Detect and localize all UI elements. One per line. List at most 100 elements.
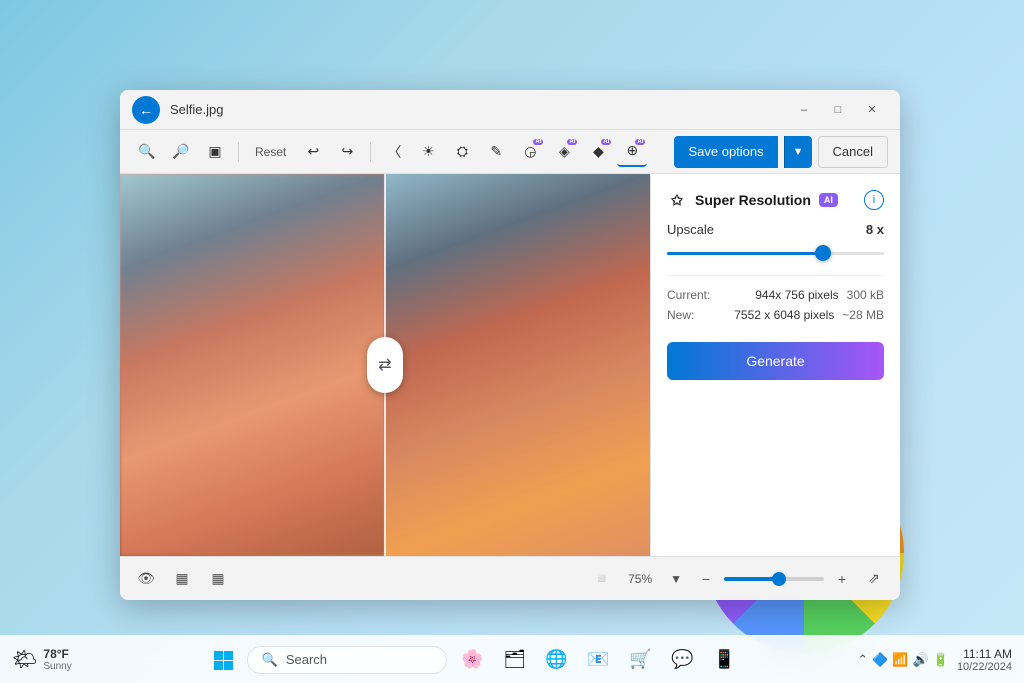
generate-button[interactable]: Generate	[667, 342, 884, 380]
redo-button[interactable]: ↪	[332, 137, 362, 167]
clock[interactable]: 11:11 AM 10/22/2024	[957, 647, 1012, 673]
split-view-button[interactable]: ▦	[204, 565, 232, 593]
maximize-button[interactable]: □	[822, 96, 854, 124]
info-button[interactable]: i	[864, 190, 884, 210]
compare-handle[interactable]: ⇄	[367, 337, 403, 393]
minimize-button[interactable]: –	[788, 96, 820, 124]
taskbar-app-photos[interactable]: 🌸	[455, 642, 491, 678]
new-label: New:	[667, 308, 694, 322]
erase-tool[interactable]: ✎	[481, 137, 511, 167]
bottom-bar: 👁 ▦ ▦ ◽ 75% ▼ − + ⇗	[120, 556, 900, 600]
title-bar: ← Selfie.jpg – □ ✕	[120, 90, 900, 130]
crop-tool[interactable]: 〈	[379, 137, 409, 167]
search-bar[interactable]: 🔍 Search	[247, 646, 447, 674]
windows-logo-icon	[213, 650, 233, 670]
markup-tool[interactable]: ⛭	[447, 137, 477, 167]
upscale-header: Upscale 8 x	[667, 222, 884, 237]
tray-up-arrow[interactable]: ⌃	[857, 652, 868, 668]
taskbar-app-edge[interactable]: 🌐	[539, 642, 575, 678]
weather-widget[interactable]: 🌤 78°F Sunny	[12, 647, 92, 672]
zoom-in-button[interactable]: +	[828, 565, 856, 593]
taskbar-app-mail[interactable]: 📧	[581, 642, 617, 678]
ai-tool-2[interactable]: ◈	[549, 137, 579, 167]
upscale-slider[interactable]	[667, 243, 884, 263]
zoom-percent: 75%	[620, 572, 660, 586]
upscale-section: Upscale 8 x	[667, 222, 884, 263]
taskbar-center: 🔍 Search 🌸 🗂 🌐 📧 🛒 💬 📱	[92, 642, 857, 678]
start-button[interactable]	[207, 644, 239, 676]
super-resolution-tool[interactable]: ⊕	[617, 137, 647, 167]
taskbar-app-phone[interactable]: 📱	[707, 642, 743, 678]
fullscreen-button[interactable]: ⇗	[860, 565, 888, 593]
system-tray: ⌃ 🔷 📶 🔊 🔋	[857, 652, 949, 668]
zoom-out-tool[interactable]: 🔎	[166, 137, 196, 167]
clock-date: 10/22/2024	[957, 661, 1012, 673]
zoom-bar: 🔍 🔎 ▣	[132, 137, 230, 167]
brightness-tool[interactable]: ☀	[413, 137, 443, 167]
panel-title: ✩ Super Resolution AI	[667, 190, 838, 210]
current-size: 300 kB	[847, 288, 884, 302]
cancel-button[interactable]: Cancel	[818, 136, 888, 168]
zoom-control: ◽ 75% ▼ − + ⇗	[588, 565, 888, 593]
show-original-button[interactable]: 👁	[132, 565, 160, 593]
right-panel: ✩ Super Resolution AI i Upscale 8 x	[650, 174, 900, 556]
remove-bg-tool[interactable]: ◶	[515, 137, 545, 167]
tray-battery-icon[interactable]: 🔋	[933, 652, 949, 668]
ai-badge: AI	[819, 193, 838, 207]
canvas-area[interactable]: ⇄	[120, 174, 650, 556]
taskbar-right: ⌃ 🔷 📶 🔊 🔋 11:11 AM 10/22/2024	[857, 647, 1012, 673]
upscale-value: 8 x	[866, 222, 884, 237]
undo-button[interactable]: ↩	[298, 137, 328, 167]
close-button[interactable]: ✕	[856, 96, 888, 124]
stats-section: Current: 944x 756 pixels 300 kB New: 755…	[667, 275, 884, 322]
weather-icon: 🌤	[12, 647, 37, 672]
back-button[interactable]: ←	[132, 96, 160, 124]
panel-title-text: Super Resolution	[695, 192, 811, 208]
slider-thumb[interactable]	[815, 245, 831, 261]
zoom-slider-thumb[interactable]	[772, 572, 786, 586]
search-placeholder: Search	[286, 652, 327, 667]
weather-text: 78°F Sunny	[43, 647, 71, 672]
slider-track	[667, 252, 884, 255]
taskbar-app-store[interactable]: 🛒	[623, 642, 659, 678]
layers-button[interactable]: ▦	[168, 565, 196, 593]
generative-erase-tool[interactable]: ◆	[583, 137, 613, 167]
new-size: ~28 MB	[842, 308, 884, 322]
screenshot-button[interactable]: ◽	[588, 565, 616, 593]
tray-network-icon[interactable]: 🔷	[872, 652, 888, 668]
current-values: 944x 756 pixels 300 kB	[755, 288, 884, 302]
taskbar: 🌤 78°F Sunny 🔍 Search 🌸	[0, 635, 1024, 683]
new-resolution: 7552 x 6048 pixels	[734, 308, 834, 322]
image-after	[385, 174, 650, 556]
new-stat-row: New: 7552 x 6048 pixels ~28 MB	[667, 308, 884, 322]
taskbar-app-teams[interactable]: 💬	[665, 642, 701, 678]
weather-temperature: 78°F	[43, 647, 71, 661]
tray-wifi-icon[interactable]: 📶	[892, 652, 908, 668]
taskbar-app-files[interactable]: 🗂	[497, 642, 533, 678]
zoom-in-tool[interactable]: 🔍	[132, 137, 162, 167]
separator-1	[238, 142, 239, 162]
window-controls: – □ ✕	[788, 96, 888, 124]
zoom-slider[interactable]	[724, 577, 824, 581]
main-content: ⇄ ✩ Super Resolution AI i Upscale 8 x	[120, 174, 900, 556]
current-resolution: 944x 756 pixels	[755, 288, 838, 302]
desktop: ← Selfie.jpg – □ ✕ 🔍 🔎 ▣ Reset ↩ ↪ 〈	[0, 0, 1024, 683]
tray-volume-icon[interactable]: 🔊	[913, 652, 929, 668]
zoom-slider-fill	[724, 577, 779, 581]
current-label: Current:	[667, 288, 710, 302]
zoom-dropdown[interactable]: ▼	[664, 570, 688, 588]
weather-description: Sunny	[43, 661, 71, 672]
save-options-button[interactable]: Save options	[674, 136, 777, 168]
window-title: Selfie.jpg	[170, 102, 788, 117]
panel-header: ✩ Super Resolution AI i	[667, 190, 884, 210]
upscale-label: Upscale	[667, 222, 714, 237]
slider-fill	[667, 252, 823, 255]
zoom-fit-tool[interactable]: ▣	[200, 137, 230, 167]
toolbar: 🔍 🔎 ▣ Reset ↩ ↪ 〈 ☀ ⛭ ✎ ◶ ◈ ◆ ⊕ Save opt…	[120, 130, 900, 174]
separator-2	[370, 142, 371, 162]
sr-icon: ✩	[667, 190, 687, 210]
zoom-out-button[interactable]: −	[692, 565, 720, 593]
save-dropdown-button[interactable]: ▼	[784, 136, 812, 168]
image-before	[120, 174, 385, 556]
reset-button[interactable]: Reset	[247, 141, 294, 163]
